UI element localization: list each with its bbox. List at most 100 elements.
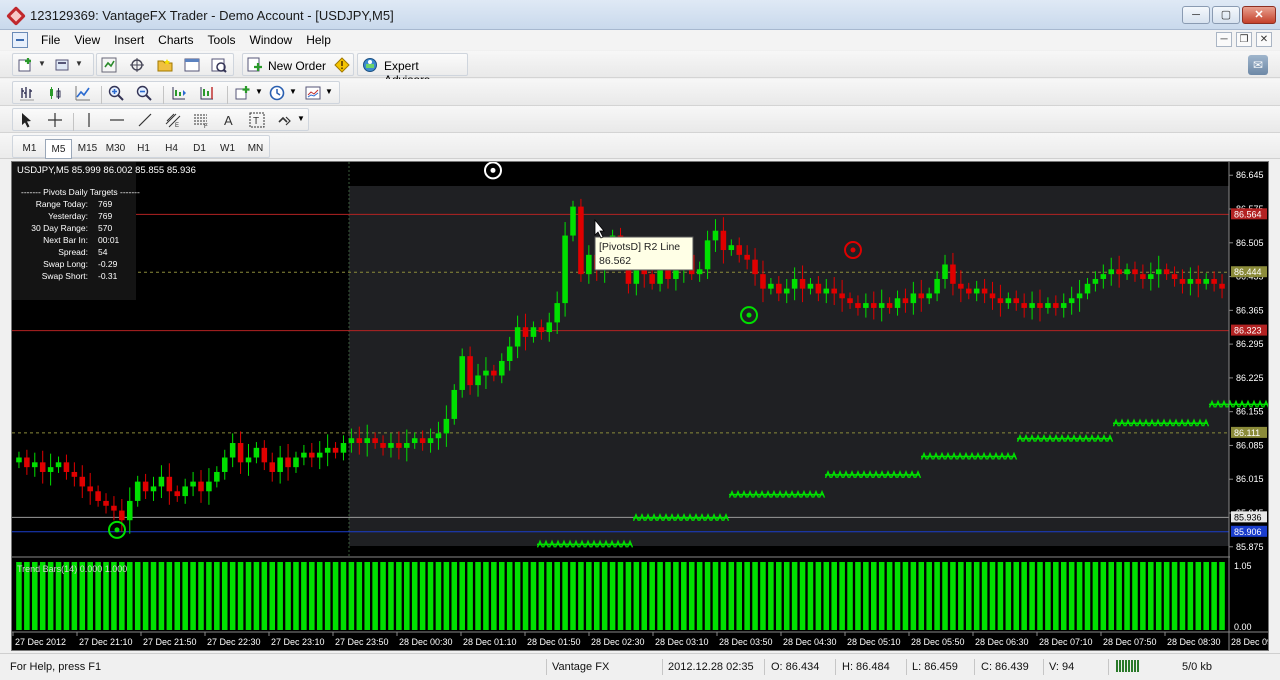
new-order-button[interactable]: New Order — [268, 59, 326, 73]
mdi-restore-button[interactable]: ❐ — [1236, 32, 1252, 47]
minimize-button[interactable]: ─ — [1182, 6, 1210, 24]
candle-body — [950, 264, 956, 284]
time-tick-label: 27 Dec 22:30 — [207, 637, 261, 647]
chevron-down-icon[interactable]: ▼ — [255, 87, 263, 96]
trend-bar — [380, 562, 386, 630]
vertical-line-icon[interactable] — [81, 112, 97, 128]
trend-bar — [997, 562, 1004, 630]
trend-bar — [910, 562, 917, 630]
expert-advisors-icon[interactable] — [362, 57, 378, 73]
periods-clock-icon[interactable] — [269, 85, 285, 101]
alert-diamond-icon[interactable] — [334, 57, 350, 73]
text-label-icon[interactable]: T — [249, 112, 265, 128]
folder-star-icon[interactable] — [157, 57, 173, 73]
bar-chart-icon[interactable] — [19, 85, 35, 101]
equidistant-channel-icon[interactable]: E — [165, 112, 181, 128]
chevron-down-icon[interactable]: ▼ — [38, 59, 46, 68]
toolbar-group-windows — [96, 53, 234, 76]
candle-body — [316, 452, 323, 458]
timeframe-m5[interactable]: M5 — [45, 139, 72, 159]
candle-body — [934, 278, 940, 294]
trend-bar — [1084, 562, 1091, 630]
chart-document-icon[interactable] — [12, 32, 28, 48]
close-button[interactable]: ✕ — [1242, 6, 1276, 24]
chevron-down-icon[interactable]: ▼ — [289, 87, 297, 96]
candle-body — [1100, 274, 1107, 279]
trend-bar — [229, 562, 236, 630]
trend-bar — [309, 562, 315, 630]
connection-status-icon[interactable] — [1116, 660, 1140, 672]
market-watch-icon[interactable] — [101, 57, 117, 73]
zoom-out-icon[interactable] — [136, 85, 152, 101]
trend-bar — [340, 562, 347, 630]
timeframe-m15[interactable]: M15 — [74, 139, 101, 159]
strategy-tester-icon[interactable] — [211, 57, 227, 73]
line-chart-icon[interactable] — [75, 85, 91, 101]
trend-bar — [831, 562, 837, 630]
cursor-arrow-icon[interactable] — [19, 112, 35, 128]
candle-body — [815, 283, 822, 294]
profiles-icon[interactable] — [55, 57, 71, 73]
timeframe-h1[interactable]: H1 — [130, 139, 157, 159]
new-order-icon[interactable] — [247, 57, 263, 73]
timeframe-d1[interactable]: D1 — [186, 139, 213, 159]
time-tick-label: 27 Dec 21:50 — [143, 637, 197, 647]
timeframe-w1[interactable]: W1 — [214, 139, 241, 159]
timeframe-m1[interactable]: M1 — [16, 139, 43, 159]
chevron-down-icon[interactable]: ▼ — [325, 87, 333, 96]
candle-body — [24, 457, 30, 468]
mdi-minimize-button[interactable]: ─ — [1216, 32, 1232, 47]
candle-body — [419, 438, 426, 444]
menu-file[interactable]: File — [34, 33, 67, 47]
arrows-icon[interactable] — [277, 112, 293, 128]
chevron-down-icon[interactable]: ▼ — [75, 59, 83, 68]
time-tick-label: 28 Dec 04:30 — [783, 637, 837, 647]
new-chart-icon[interactable] — [18, 57, 34, 73]
trend-bar — [847, 562, 853, 630]
timeframe-m30[interactable]: M30 — [102, 139, 129, 159]
templates-icon[interactable] — [305, 85, 321, 101]
text-tool-icon[interactable]: A — [221, 112, 237, 128]
price-tick-label: 86.365 — [1236, 305, 1264, 315]
trend-bar — [981, 562, 988, 630]
menu-charts[interactable]: Charts — [151, 33, 200, 47]
mdi-close-button[interactable]: ✕ — [1256, 32, 1272, 47]
terminal-window-icon[interactable] — [184, 57, 200, 73]
candle-body — [380, 443, 386, 448]
price-chart[interactable]: USDJPY,M5 85.999 86.002 85.855 85.936 --… — [12, 161, 1280, 650]
menu-window[interactable]: Window — [243, 33, 300, 47]
chevron-down-icon[interactable]: ▼ — [297, 114, 305, 123]
candle-body — [475, 375, 481, 386]
crosshair-icon[interactable] — [47, 112, 63, 128]
candle-body — [174, 491, 181, 497]
trend-bar — [863, 562, 869, 630]
trend-bar — [182, 562, 188, 630]
trend-bar — [744, 562, 750, 630]
menu-view[interactable]: View — [67, 33, 107, 47]
chart-window[interactable]: USDJPY,M5 85.999 86.002 85.855 85.936 --… — [11, 161, 1280, 651]
svg-text:T: T — [253, 116, 259, 127]
maximize-button[interactable]: ▢ — [1212, 6, 1240, 24]
candle-body — [744, 254, 750, 260]
trendline-icon[interactable] — [137, 112, 153, 128]
timeframe-mn[interactable]: MN — [242, 139, 269, 159]
pivot-label: Spread: — [58, 247, 88, 257]
menu-insert[interactable]: Insert — [107, 33, 151, 47]
chart-shift-icon[interactable] — [199, 85, 215, 101]
menu-tools[interactable]: Tools — [201, 33, 243, 47]
indicators-add-icon[interactable] — [235, 85, 251, 101]
zoom-in-icon[interactable] — [108, 85, 124, 101]
candle-body — [649, 274, 655, 284]
auto-scroll-icon[interactable] — [171, 85, 187, 101]
horizontal-line-icon[interactable] — [109, 112, 125, 128]
trend-bar — [934, 562, 940, 630]
notifications-icon[interactable]: ✉ — [1248, 55, 1268, 75]
pivot-label: 30 Day Range: — [31, 223, 88, 233]
trend-bar — [586, 562, 592, 630]
navigator-crosshair-icon[interactable] — [129, 57, 145, 73]
fibonacci-retracement-icon[interactable]: F — [193, 112, 209, 128]
timeframe-h4[interactable]: H4 — [158, 139, 185, 159]
trend-bar — [1005, 562, 1012, 630]
menu-help[interactable]: Help — [299, 33, 338, 47]
candlestick-icon[interactable] — [47, 85, 63, 101]
